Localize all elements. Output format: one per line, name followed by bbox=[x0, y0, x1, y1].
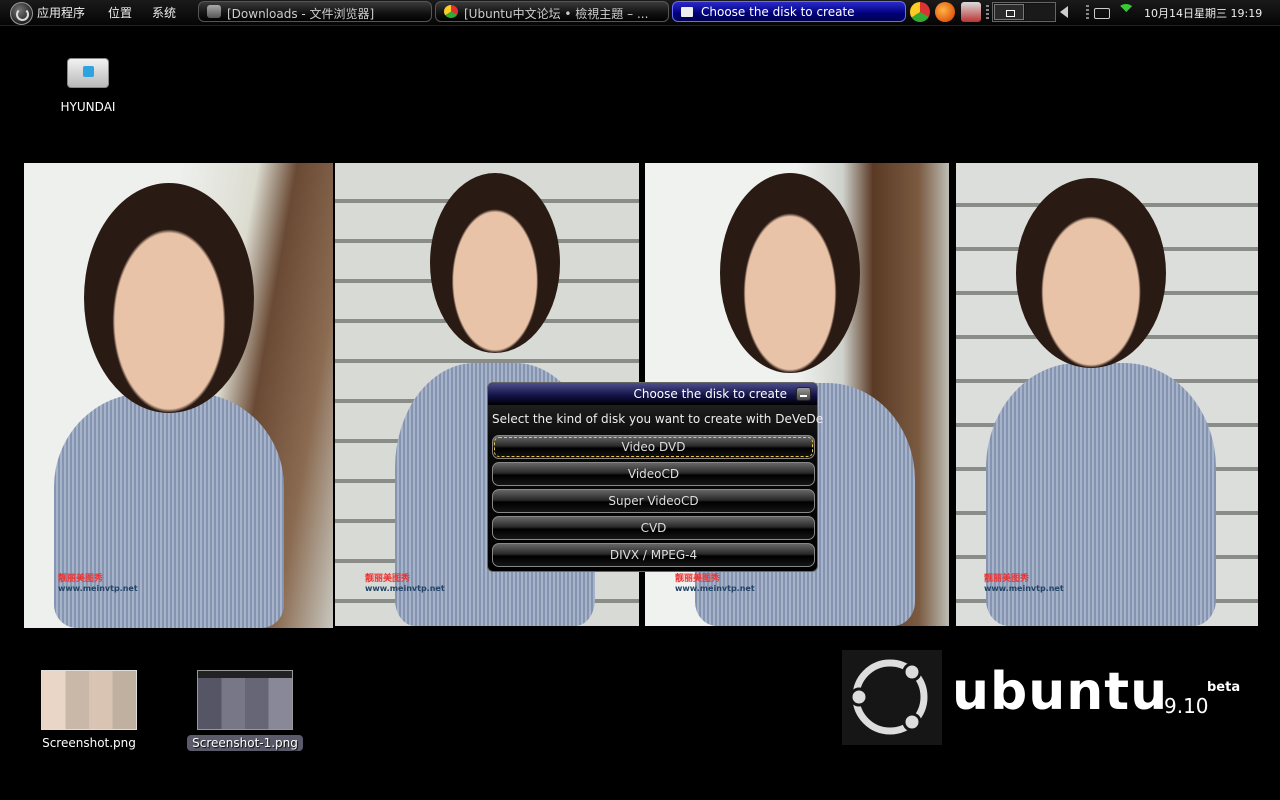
workspace-1[interactable] bbox=[994, 4, 1024, 20]
workspace-2[interactable] bbox=[1025, 4, 1055, 20]
ubuntu-version: 9.10 bbox=[1164, 694, 1209, 718]
divx-mpeg4-button[interactable]: DIVX / MPEG-4 bbox=[492, 543, 815, 567]
ubuntu-beta-tag: beta bbox=[1207, 680, 1241, 695]
task-downloads[interactable]: [Downloads - 文件浏览器] bbox=[198, 1, 432, 22]
dialog-titlebar[interactable]: Choose the disk to create bbox=[488, 383, 817, 405]
dialog-prompt: Select the kind of disk you want to crea… bbox=[492, 412, 824, 426]
task-forum-browser[interactable]: [Ubuntu中文论坛 • 檢視主題 – ... bbox=[435, 1, 669, 22]
menu-applications[interactable]: 应用程序 bbox=[37, 4, 85, 21]
panel-separator bbox=[986, 5, 989, 20]
videocd-button[interactable]: VideoCD bbox=[492, 462, 815, 486]
file-label-selected: Screenshot-1.png bbox=[187, 735, 303, 751]
desktop-drive-hyundai[interactable]: HYUNDAI bbox=[48, 58, 128, 114]
task-devede-dialog[interactable]: Choose the disk to create bbox=[672, 1, 906, 22]
cvd-button[interactable]: CVD bbox=[492, 516, 815, 540]
ubuntu-wordmark: ubuntu bbox=[952, 662, 1169, 722]
top-panel: 应用程序 位置 系统 [Downloads - 文件浏览器] [Ubuntu中文… bbox=[0, 0, 1280, 26]
software-center-icon[interactable] bbox=[961, 2, 981, 22]
window-icon bbox=[681, 7, 693, 17]
minimize-button[interactable] bbox=[796, 387, 811, 401]
chrome-icon bbox=[444, 5, 458, 18]
wallpaper-photo-4: 靓丽美图秀 www.meinvtp.net bbox=[956, 163, 1258, 626]
ubuntu-circle-of-friends-icon bbox=[842, 650, 942, 745]
menu-system[interactable]: 系统 bbox=[152, 4, 176, 21]
workspace-switcher[interactable] bbox=[992, 2, 1056, 22]
dialog-title: Choose the disk to create bbox=[633, 387, 787, 401]
ubuntu-menu-icon[interactable] bbox=[10, 2, 33, 25]
video-dvd-button[interactable]: Video DVD bbox=[492, 435, 815, 459]
panel-separator bbox=[1086, 5, 1089, 20]
keyboard-icon[interactable] bbox=[1094, 8, 1110, 19]
usb-drive-icon bbox=[67, 58, 109, 88]
clock[interactable]: 10月14日星期三 19:19 bbox=[1144, 5, 1262, 21]
firefox-launcher-icon[interactable] bbox=[935, 2, 955, 22]
ubuntu-branding: ubuntu 9.10 beta bbox=[842, 650, 1262, 745]
file-label: Screenshot.png bbox=[42, 736, 136, 750]
menu-places[interactable]: 位置 bbox=[108, 4, 132, 21]
volume-icon[interactable] bbox=[1060, 6, 1068, 18]
image-thumbnail-icon bbox=[197, 670, 293, 730]
desktop-file-screenshot[interactable]: Screenshot.png bbox=[30, 670, 148, 750]
drive-label: HYUNDAI bbox=[60, 100, 116, 114]
super-videocd-button[interactable]: Super VideoCD bbox=[492, 489, 815, 513]
wifi-icon[interactable] bbox=[1117, 4, 1135, 20]
choose-disk-dialog: Choose the disk to create Select the kin… bbox=[487, 382, 823, 572]
wallpaper-photo-1: 靓丽美图秀 www.meinvtp.net bbox=[24, 163, 333, 628]
image-thumbnail-icon bbox=[41, 670, 137, 730]
folder-icon bbox=[207, 5, 221, 18]
chrome-launcher-icon[interactable] bbox=[910, 2, 930, 22]
desktop-file-screenshot-1[interactable]: Screenshot-1.png bbox=[186, 670, 304, 751]
